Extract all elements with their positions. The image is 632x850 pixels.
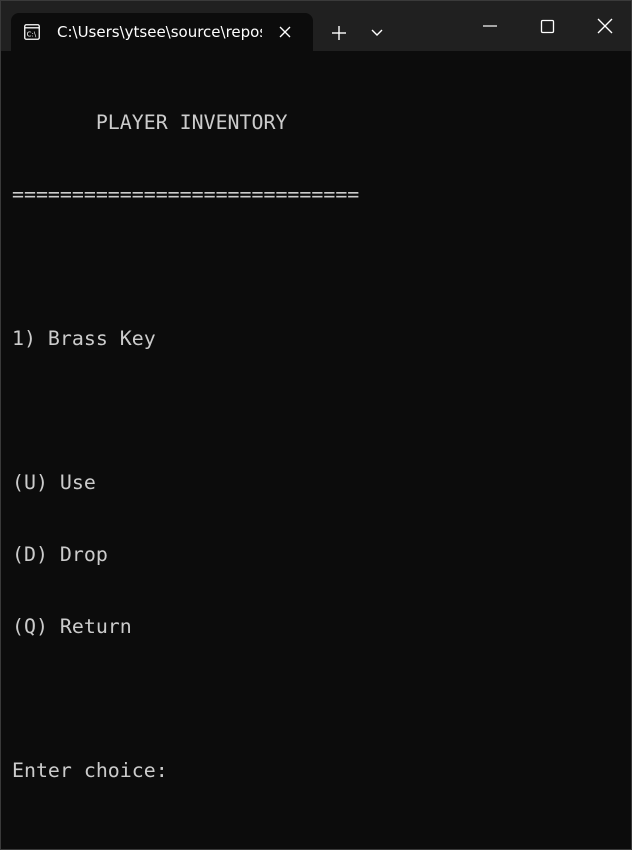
inventory-heading: PLAYER INVENTORY [12, 111, 288, 134]
console-output[interactable]: PLAYER INVENTORY =======================… [12, 63, 622, 831]
inventory-item: 1) Brass Key [12, 327, 156, 350]
close-icon [597, 18, 613, 34]
minimize-button[interactable] [461, 1, 519, 51]
tab-title: C:\Users\ytsee\source\repos\ [57, 23, 262, 41]
svg-text:C:\: C:\ [27, 31, 37, 39]
maximize-icon [540, 19, 555, 34]
chevron-down-icon [371, 29, 383, 36]
heading-separator: ============================= [12, 183, 360, 206]
plus-icon [332, 26, 346, 40]
terminal-window: C:\ C:\Users\ytsee\source\repos\ PLAYER … [0, 0, 632, 850]
close-window-button[interactable] [575, 1, 632, 51]
option-return: (Q) Return [12, 615, 132, 638]
tab-dropdown-button[interactable] [361, 17, 393, 47]
terminal-icon: C:\ [24, 24, 40, 40]
option-drop: (D) Drop [12, 543, 108, 566]
tab-active[interactable]: C:\ C:\Users\ytsee\source\repos\ [11, 13, 313, 51]
input-prompt[interactable]: Enter choice: [12, 759, 622, 783]
option-use: (U) Use [12, 471, 96, 494]
new-tab-button[interactable] [323, 17, 355, 47]
maximize-button[interactable] [518, 1, 576, 51]
tab-close-icon[interactable] [275, 22, 295, 42]
title-bar[interactable]: C:\ C:\Users\ytsee\source\repos\ [1, 1, 631, 51]
